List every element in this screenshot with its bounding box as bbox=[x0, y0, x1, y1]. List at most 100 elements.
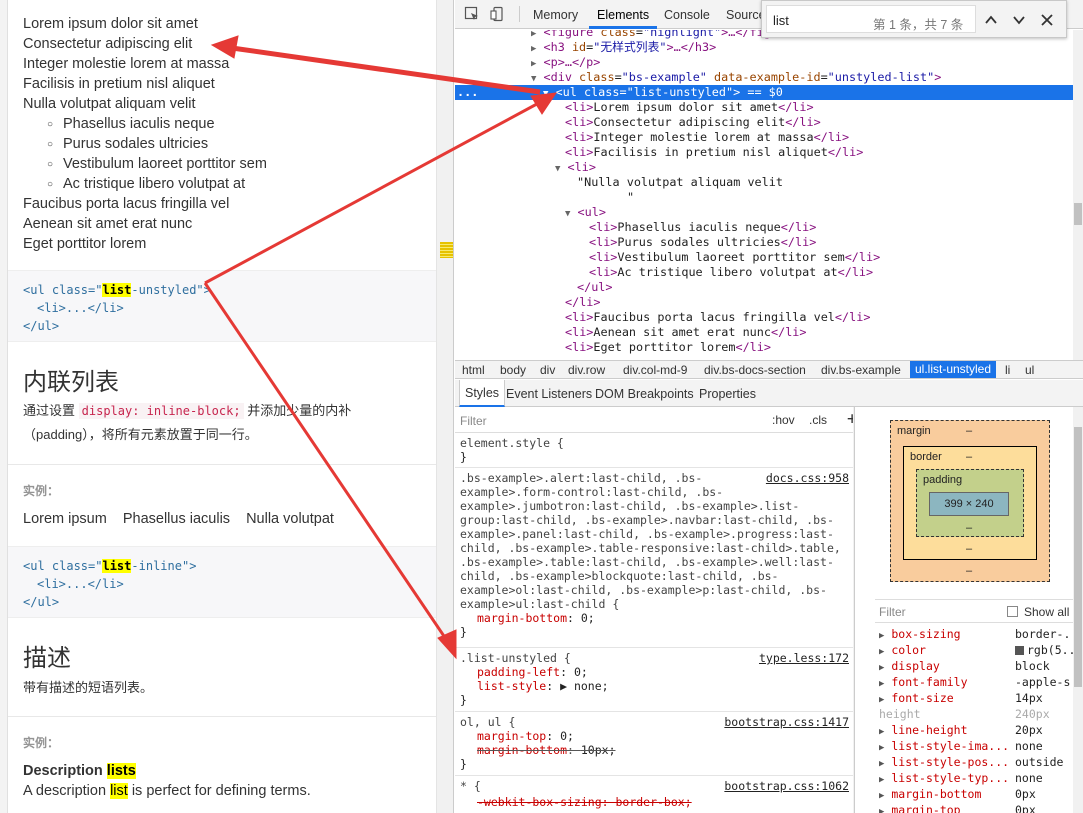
dom-node[interactable]: ▼ <li> bbox=[455, 160, 596, 175]
node-actions-icon[interactable]: ... bbox=[457, 85, 478, 100]
dom-node[interactable]: <li>Vestibulum laoreet porttitor sem</li… bbox=[455, 250, 880, 265]
dom-node[interactable]: <li>Facilisis in pretium nisl aliquet</l… bbox=[455, 145, 863, 160]
computed-property[interactable]: ▶ margin-bottom 0px bbox=[875, 786, 1083, 802]
computed-property[interactable]: ▶ box-sizing border-... bbox=[875, 626, 1083, 642]
tab-memory[interactable]: Memory bbox=[533, 8, 578, 22]
find-previous-icon[interactable] bbox=[984, 13, 998, 27]
heading-description: 描述 bbox=[23, 645, 71, 672]
computed-property[interactable]: ▶ color rgb(5... bbox=[875, 642, 1083, 658]
dom-node[interactable]: <li>Eget porttitor lorem</li> bbox=[455, 340, 771, 355]
find-input-box[interactable]: list 第 1 条，共 7 条 bbox=[766, 5, 976, 33]
dom-node[interactable]: </ul> bbox=[455, 280, 613, 295]
dom-node[interactable]: <li>Integer molestie lorem at massa</li> bbox=[455, 130, 849, 145]
dom-node[interactable]: <li>Faucibus porta lacus fringilla vel</… bbox=[455, 310, 870, 325]
dom-node[interactable]: <li>Ac tristique libero volutpat at</li> bbox=[455, 265, 873, 280]
computed-filter-input[interactable]: Filter bbox=[879, 605, 906, 619]
search-highlight: list bbox=[110, 783, 128, 799]
selected-dom-node[interactable]: ▼ <ul class="list-unstyled"> == $0 bbox=[455, 85, 1073, 100]
computed-property[interactable]: ▶ list-style-pos... outside bbox=[875, 754, 1083, 770]
breadcrumb-item[interactable]: body bbox=[500, 363, 526, 377]
box-model-padding: padding – 399 × 240 bbox=[916, 469, 1024, 537]
computed-property[interactable]: ▶ list-style-ima... none bbox=[875, 738, 1083, 754]
scrollbar-thumb[interactable] bbox=[1074, 203, 1082, 225]
dom-node[interactable]: ▶ <figure class="highlight">…</figure> bbox=[455, 30, 799, 40]
breadcrumb-item[interactable]: ul.list-unstyled bbox=[910, 361, 997, 378]
dom-node[interactable]: <li>Purus sodales ultricies</li> bbox=[455, 235, 816, 250]
bullet-icon: ○ bbox=[47, 159, 54, 170]
dom-node[interactable]: ▼ <div class="bs-example" data-example-i… bbox=[455, 70, 941, 85]
show-all-checkbox[interactable] bbox=[1007, 606, 1018, 617]
dom-node[interactable]: <li>Aenean sit amet erat nunc</li> bbox=[455, 325, 807, 340]
styles-pane: Filter :hov .cls + element.style { } .bs… bbox=[455, 407, 855, 813]
tab-event-listeners[interactable]: Event Listeners bbox=[506, 387, 592, 401]
source-link[interactable]: docs.css:958 bbox=[766, 471, 849, 485]
source-link[interactable]: type.less:172 bbox=[759, 651, 849, 665]
source-link[interactable]: bootstrap.css:1417 bbox=[724, 715, 849, 729]
tab-console[interactable]: Console bbox=[664, 8, 710, 22]
breadcrumb-item[interactable]: html bbox=[462, 363, 485, 377]
dom-node[interactable]: ▶ <p>…</p> bbox=[455, 55, 600, 70]
dl-text: A description list is perfect for defini… bbox=[23, 783, 311, 799]
breadcrumb-item[interactable]: div.bs-example bbox=[821, 363, 901, 377]
search-highlight: list bbox=[102, 283, 132, 297]
devtools-panel: Memory Elements Console Sources ▶ <figur… bbox=[455, 0, 1083, 813]
dom-node[interactable]: ▼ <ul> bbox=[455, 205, 606, 220]
toolbar-divider bbox=[519, 6, 520, 22]
find-bar: list 第 1 条，共 7 条 bbox=[761, 0, 1067, 38]
tab-elements[interactable]: Elements bbox=[597, 8, 649, 22]
elements-scrollbar[interactable] bbox=[1073, 30, 1083, 360]
dom-node[interactable]: </li> bbox=[455, 295, 601, 310]
hov-toggle[interactable]: :hov bbox=[772, 413, 795, 427]
styles-scrollbar[interactable] bbox=[853, 407, 855, 813]
bullet-icon: ○ bbox=[47, 179, 54, 190]
find-next-icon[interactable] bbox=[1012, 13, 1026, 27]
computed-scrollbar[interactable] bbox=[1073, 407, 1083, 813]
breadcrumb-item[interactable]: ul bbox=[1025, 363, 1034, 377]
computed-property[interactable]: ▶ margin-top 0px bbox=[875, 802, 1083, 813]
list-item: Nulla volutpat aliquam velit bbox=[23, 96, 196, 112]
breadcrumb-item[interactable]: div bbox=[540, 363, 555, 377]
tab-styles[interactable]: Styles bbox=[459, 380, 506, 407]
computed-property[interactable]: height 240px bbox=[875, 706, 1083, 722]
find-input[interactable]: list bbox=[773, 13, 789, 28]
page-edge bbox=[0, 0, 8, 813]
styles-filter-input[interactable]: Filter bbox=[460, 414, 487, 428]
box-model-content[interactable]: 399 × 240 bbox=[929, 492, 1009, 516]
example-label: 实例： bbox=[23, 484, 60, 498]
bullet-icon: ○ bbox=[47, 139, 54, 150]
computed-property[interactable]: ▶ font-size 14px bbox=[875, 690, 1083, 706]
color-swatch[interactable] bbox=[1015, 646, 1024, 655]
list-item: Consectetur adipiscing elit bbox=[23, 36, 193, 52]
bullet-icon: ○ bbox=[47, 119, 54, 130]
dom-node[interactable]: " bbox=[455, 190, 634, 205]
dom-node[interactable]: <li>Phasellus iaculis neque</li> bbox=[455, 220, 816, 235]
tab-properties[interactable]: Properties bbox=[699, 387, 756, 401]
dom-node[interactable]: ▶ <h3 id="无样式列表">…</h3> bbox=[455, 40, 716, 55]
dom-node[interactable]: "Nulla volutpat aliquam velit bbox=[455, 175, 783, 190]
scrollbar-thumb[interactable] bbox=[1074, 427, 1082, 687]
dom-node[interactable]: <li>Consectetur adipiscing elit</li> bbox=[455, 115, 821, 130]
breadcrumb-item[interactable]: div.col-md-9 bbox=[623, 363, 687, 377]
inspect-element-icon[interactable] bbox=[464, 6, 480, 22]
page-scrollbar[interactable] bbox=[436, 0, 453, 813]
breadcrumb-item[interactable]: div.bs-docs-section bbox=[704, 363, 806, 377]
device-toolbar-icon[interactable] bbox=[490, 6, 506, 22]
computed-property[interactable]: ▶ display block bbox=[875, 658, 1083, 674]
dom-node[interactable]: <li>Lorem ipsum dolor sit amet</li> bbox=[455, 100, 814, 115]
cls-toggle[interactable]: .cls bbox=[809, 413, 827, 427]
rule-docs-css: .bs-example>.alert:last-child, .bs-examp… bbox=[455, 468, 854, 648]
source-link[interactable]: bootstrap.css:1062 bbox=[724, 779, 849, 793]
breadcrumb-item[interactable]: div.row bbox=[568, 363, 605, 377]
list-item: Facilisis in pretium nisl aliquet bbox=[23, 76, 215, 92]
computed-property[interactable]: ▶ font-family -apple-s... bbox=[875, 674, 1083, 690]
close-icon[interactable] bbox=[1040, 13, 1054, 27]
rule-element-style: element.style { } bbox=[455, 433, 854, 468]
nested-list-item: ○ Purus sodales ultricies bbox=[47, 134, 208, 155]
inline-description: 通过设置 display: inline-block; 并添加少量的内补 （pa… bbox=[23, 403, 352, 442]
breadcrumb-item[interactable]: li bbox=[1005, 363, 1010, 377]
scrollbar-thumb[interactable] bbox=[854, 447, 855, 577]
computed-property[interactable]: ▶ line-height 20px bbox=[875, 722, 1083, 738]
computed-property[interactable]: ▶ list-style-typ... none bbox=[875, 770, 1083, 786]
tab-dom-breakpoints[interactable]: DOM Breakpoints bbox=[595, 387, 694, 401]
list-item: Aenean sit amet erat nunc bbox=[23, 216, 193, 232]
